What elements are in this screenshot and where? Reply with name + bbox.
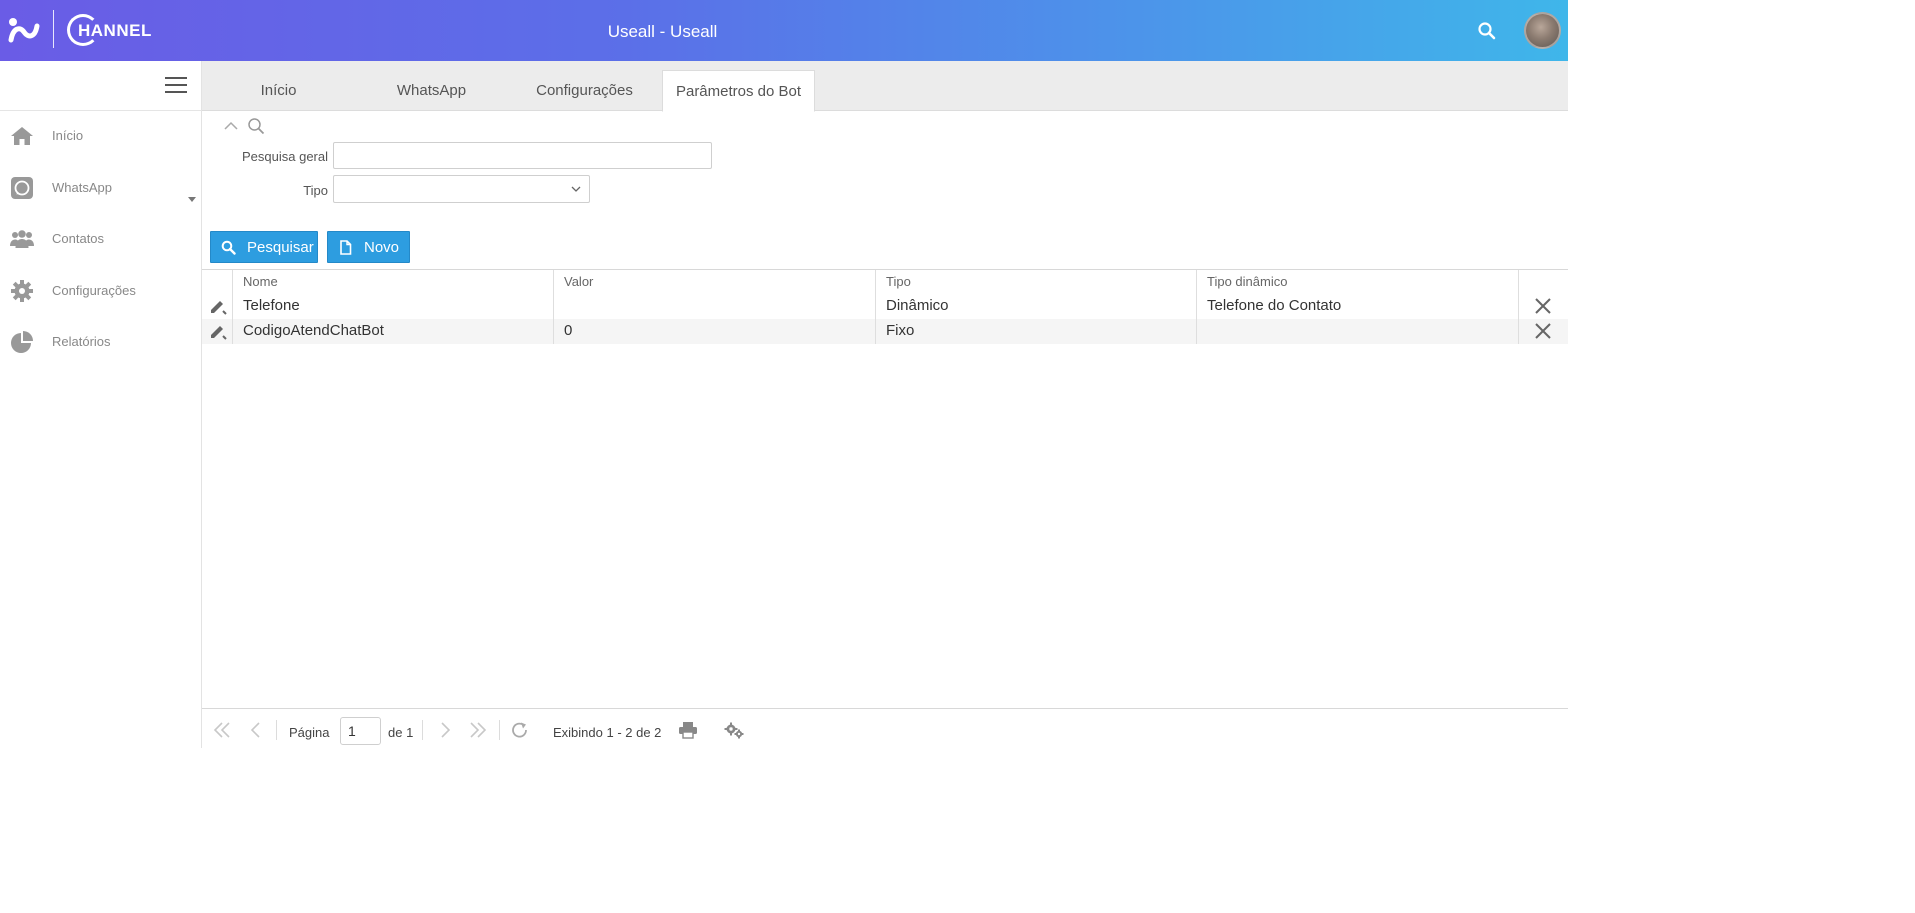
home-icon [11,127,33,145]
grid-top-border [202,269,1568,270]
close-icon[interactable] [1534,322,1552,340]
sidebar-item-label: Contatos [52,231,105,246]
cell-tipo: Dinâmico [886,297,949,314]
users-icon [10,230,34,248]
sidebar-item-label: Relatórios [52,334,111,349]
sidebar-item-label: Configurações [52,283,136,298]
tab-configuracoes[interactable]: Configurações [508,70,661,111]
column-header-tipo-dinamico[interactable]: Tipo dinâmico [1207,274,1287,289]
page-input[interactable]: 1 [340,717,381,745]
sidebar-item-whatsapp[interactable]: WhatsApp [0,168,201,208]
avatar[interactable] [1524,12,1561,49]
tab-whatsapp[interactable]: WhatsApp [355,70,508,111]
sidebar: Início WhatsApp Contatos Configurações R… [0,61,202,748]
cell-valor: 0 [564,322,573,339]
gear-icon [11,280,33,302]
search-button[interactable]: Pesquisar [210,231,318,263]
hamburger-icon[interactable] [165,77,187,95]
search-input[interactable] [333,142,712,169]
tab-bar: Início WhatsApp Configurações Parâmetros… [202,61,1568,112]
column-divider [1196,270,1197,344]
table-row[interactable]: Telefone Dinâmico Telefone do Contato [202,294,1568,319]
sidebar-item-inicio[interactable]: Início [0,116,201,156]
tab-parametros-do-bot[interactable]: Parâmetros do Bot [662,70,815,112]
sidebar-item-label: Início [52,128,84,143]
first-page-icon[interactable] [212,721,232,739]
print-icon[interactable] [678,721,698,739]
close-icon[interactable] [1534,297,1552,315]
column-header-tipo[interactable]: Tipo [886,274,911,289]
pencil-icon[interactable] [209,298,227,316]
refresh-icon[interactable] [510,721,530,739]
pagination-bar: Página 1 de 1 Exibindo 1 - 2 de 2 [202,708,1568,748]
cell-nome: Telefone [243,297,300,314]
sidebar-item-contatos[interactable]: Contatos [0,219,201,259]
search-label: Pesquisa geral [242,149,328,164]
file-icon [340,240,352,255]
chevron-up-icon[interactable] [224,121,238,131]
new-button[interactable]: Novo [327,231,410,263]
top-header: HANNEL Useall - Useall [0,0,1568,61]
chevron-down-icon[interactable] [188,197,196,202]
whatsapp-icon [11,177,33,199]
settings-icon[interactable] [724,721,744,739]
cell-nome: CodigoAtendChatBot [243,322,384,339]
cell-tipo: Fixo [886,322,915,339]
pencil-icon[interactable] [209,323,227,341]
search-icon [221,240,236,255]
column-divider [553,270,554,344]
search-icon[interactable] [247,117,265,135]
chevron-down-icon [571,186,581,192]
column-divider [875,270,876,344]
tipo-select[interactable] [333,175,590,203]
tipo-label: Tipo [303,183,328,198]
pager-separator [276,720,277,740]
pager-separator [499,720,500,740]
sidebar-item-label: WhatsApp [52,180,112,195]
page-title: Useall - Useall [607,22,718,41]
cell-tipo-dinamico: Telefone do Contato [1207,297,1342,314]
pie-chart-icon [11,331,33,353]
sidebar-item-configuracoes[interactable]: Configurações [0,271,201,311]
display-info: Exibindo 1 - 2 de 2 [553,725,662,740]
column-header-valor[interactable]: Valor [564,274,593,289]
tab-inicio[interactable]: Início [202,70,355,111]
last-page-icon[interactable] [468,721,488,739]
column-divider [1518,270,1519,344]
page-total: de 1 [388,725,414,740]
pager-separator [422,720,423,740]
next-page-icon[interactable] [435,721,455,739]
prev-page-icon[interactable] [246,721,266,739]
table-row[interactable]: CodigoAtendChatBot 0 Fixo [202,319,1568,344]
search-icon[interactable] [1476,20,1498,42]
sidebar-item-relatorios[interactable]: Relatórios [0,322,201,362]
column-header-nome[interactable]: Nome [243,274,278,289]
column-divider [232,270,233,344]
page-label: Página [289,725,330,740]
sidebar-divider [0,110,201,111]
